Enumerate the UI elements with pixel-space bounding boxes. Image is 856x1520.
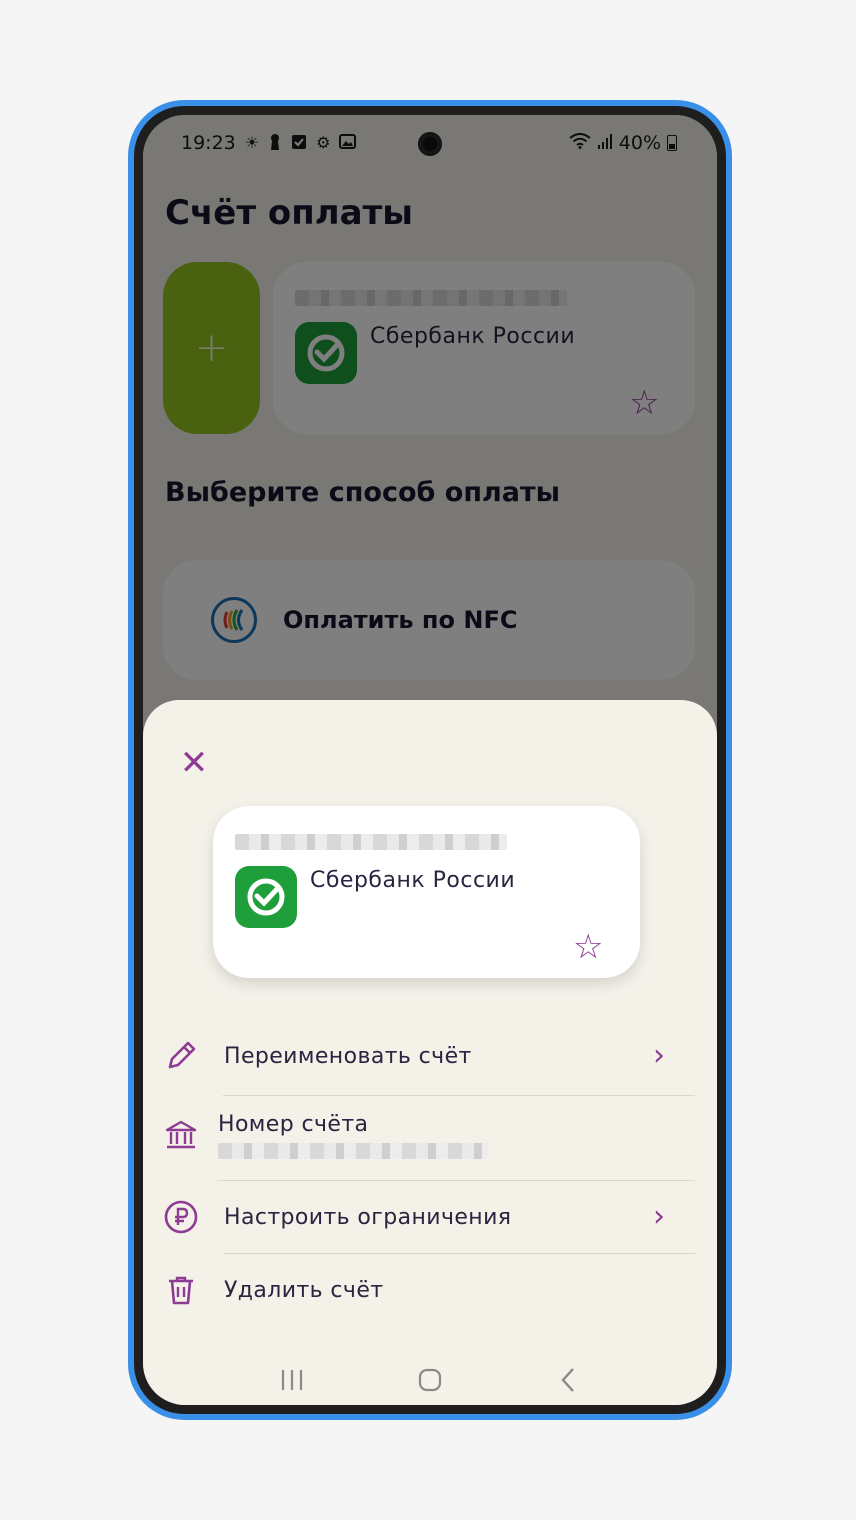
account-actions-sheet: ✕ Сбербанк России ☆ Переименовать счёт › bbox=[143, 700, 717, 1405]
device-frame: 19:23 ☀ ⚙ bbox=[128, 100, 732, 1420]
close-icon[interactable]: ✕ bbox=[177, 746, 211, 780]
pencil-icon bbox=[161, 1036, 201, 1076]
configure-limits-item[interactable]: Настроить ограничения › bbox=[161, 1197, 695, 1237]
masked-account-number bbox=[218, 1143, 488, 1159]
delete-account-label: Удалить счёт bbox=[224, 1277, 384, 1303]
sheet-account-card: Сбербанк России ☆ bbox=[213, 806, 640, 978]
back-icon[interactable] bbox=[548, 1367, 588, 1399]
sberbank-logo-icon bbox=[235, 866, 297, 928]
home-icon[interactable] bbox=[410, 1367, 450, 1399]
ruble-icon bbox=[161, 1197, 201, 1237]
phone-screen: 19:23 ☀ ⚙ bbox=[143, 115, 717, 1405]
trash-icon bbox=[161, 1270, 201, 1310]
chevron-right-icon: › bbox=[653, 1199, 665, 1234]
recent-apps-icon[interactable] bbox=[272, 1368, 312, 1398]
favorite-star-icon[interactable]: ☆ bbox=[573, 930, 603, 964]
chevron-right-icon: › bbox=[653, 1038, 665, 1073]
delete-account-item[interactable]: Удалить счёт bbox=[161, 1270, 695, 1310]
system-nav-bar bbox=[143, 1345, 717, 1405]
configure-limits-label: Настроить ограничения bbox=[224, 1204, 512, 1230]
account-number-block: Номер счёта bbox=[218, 1112, 488, 1159]
bank-building-icon bbox=[161, 1116, 201, 1156]
bank-name: Сбербанк России bbox=[310, 868, 516, 893]
rename-account-item[interactable]: Переименовать счёт › bbox=[161, 1036, 695, 1076]
account-number-item[interactable]: Номер счёта bbox=[161, 1112, 695, 1159]
divider bbox=[223, 1253, 695, 1254]
account-number-label: Номер счёта bbox=[218, 1112, 369, 1137]
rename-account-label: Переименовать счёт bbox=[224, 1043, 472, 1069]
device-bezel: 19:23 ☀ ⚙ bbox=[134, 106, 726, 1414]
masked-account-number bbox=[235, 834, 507, 850]
divider bbox=[217, 1180, 695, 1181]
divider bbox=[223, 1095, 695, 1096]
